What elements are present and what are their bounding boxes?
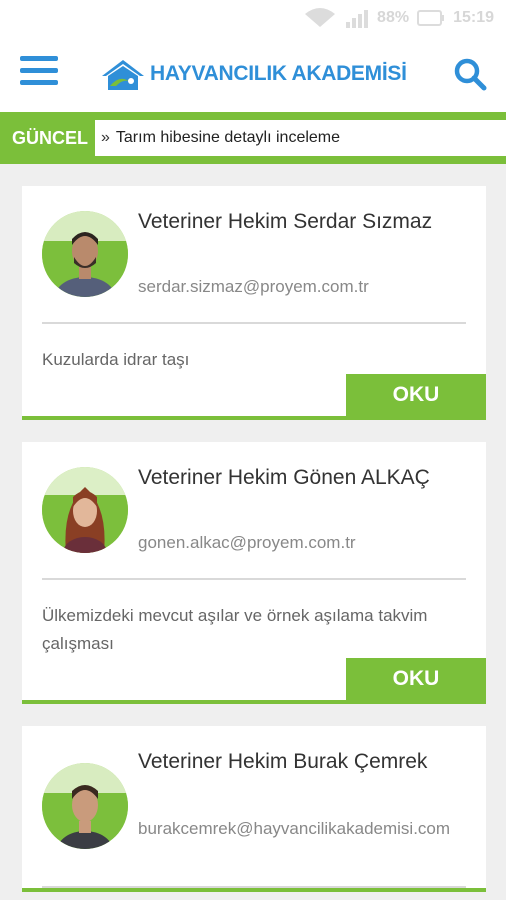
article-feed: Veteriner Hekim Serdar Sızmaz serdar.siz… [22,186,486,900]
article-card-header: Veteriner Hekim Serdar Sızmaz serdar.siz… [22,186,486,322]
author-name[interactable]: Veteriner Hekim Serdar Sızmaz [138,207,468,237]
author-name[interactable]: Veteriner Hekim Burak Çemrek [138,747,468,777]
avatar [42,763,128,849]
article-card: Veteriner Hekim Serdar Sızmaz serdar.siz… [22,186,486,420]
wifi-icon [305,8,336,27]
barn-logo-icon [102,60,144,90]
status-bar: 88% 15:19 [0,0,506,36]
author-email: serdar.sizmaz@proyem.com.tr [138,277,369,296]
read-button[interactable]: OKU [346,374,486,416]
status-icons: 88% 15:19 [303,8,494,28]
ticker-label: GÜNCEL [12,128,88,148]
battery-percent: 88% [377,9,410,26]
logo[interactable]: HAYVANCILIK AKADEMİSİ [100,54,407,94]
read-button[interactable]: OKU [346,658,486,700]
article-card: Veteriner Hekim Burak Çemrek burakcemrek… [22,726,486,892]
article-card-header: Veteriner Hekim Burak Çemrek burakcemrek… [22,726,486,886]
battery-icon [417,10,445,26]
logo-text: HAYVANCILIK AKADEMİSİ [150,62,407,85]
avatar [42,211,128,297]
article-title[interactable]: Ülkemizdeki mevcut aşılar ve örnek aşıla… [22,580,486,658]
hamburger-menu-icon[interactable] [20,56,58,90]
news-ticker: GÜNCEL » Tarım hibesine detaylı inceleme [0,112,506,164]
read-row: OKU [22,658,486,700]
author-email: gonen.alkac@proyem.com.tr [138,533,356,552]
ticker-headline: Tarım hibesine detaylı inceleme [115,129,341,146]
article-card-header: Veteriner Hekim Gönen ALKAÇ gonen.alkac@… [22,442,486,578]
double-chevron-right-icon: » [101,129,110,146]
article-card: Veteriner Hekim Gönen ALKAÇ gonen.alkac@… [22,442,486,704]
article-title[interactable]: Kuzularda idrar taşı [22,324,486,374]
avatar [42,467,128,553]
read-row: OKU [22,374,486,416]
clock: 15:19 [453,9,494,26]
divider [42,886,466,888]
author-email: burakcemrek@hayvancilikakademisi.com [138,819,451,838]
signal-icon [346,10,369,28]
search-icon[interactable] [452,56,488,92]
app-header: HAYVANCILIK AKADEMİSİ [0,36,506,112]
author-name[interactable]: Veteriner Hekim Gönen ALKAÇ [138,463,468,493]
ticker-headline-link[interactable]: » Tarım hibesine detaylı inceleme [95,120,506,156]
